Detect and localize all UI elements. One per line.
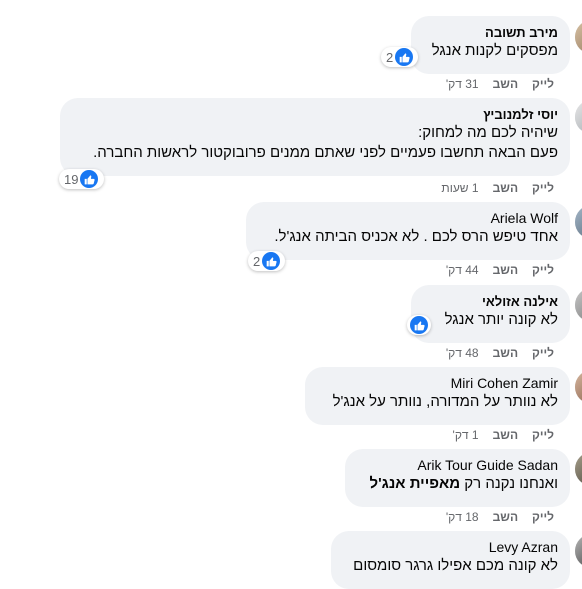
reaction-count: 19 xyxy=(64,171,79,187)
comment-bubble: Miri Cohen Zamir לא נוותר על המדורה, נוו… xyxy=(305,367,570,425)
avatar[interactable] xyxy=(575,20,582,54)
reply-link[interactable]: השב xyxy=(493,181,518,195)
comment-text: לא קונה יותר אנגל xyxy=(444,311,558,328)
like-icon xyxy=(262,252,281,270)
comment-text: פעם הבאה תחשבו פעמיים לפני שאתם ממנים פר… xyxy=(93,144,558,161)
avatar[interactable] xyxy=(575,370,582,404)
comment-author[interactable]: יוסי זלמנוביץ xyxy=(72,106,558,123)
like-link[interactable]: לייק xyxy=(532,263,554,277)
comment-actions: לייק השב 1 דק' xyxy=(453,428,554,442)
reply-link[interactable]: השב xyxy=(493,263,518,277)
comment-actions: לייק השב 44 דק' xyxy=(446,263,554,277)
comment-time[interactable]: 31 דק' xyxy=(446,77,479,91)
comment-text: מפסקים לקנות אנגל xyxy=(431,42,558,59)
comment-author[interactable]: Levy Azran xyxy=(343,539,558,556)
comment-actions: לייק השב 48 דק' xyxy=(446,346,554,360)
like-link[interactable]: לייק xyxy=(532,181,554,195)
comment-time[interactable]: 1 שעות xyxy=(441,181,478,195)
like-icon xyxy=(80,170,99,188)
like-icon xyxy=(395,48,414,66)
comment-text: לא קונה מכם אפילו גרגר סומסום xyxy=(353,557,558,574)
avatar[interactable] xyxy=(575,288,582,322)
avatar[interactable] xyxy=(575,452,582,486)
comment-author[interactable]: Arik Tour Guide Sadan xyxy=(357,457,558,474)
reply-link[interactable]: השב xyxy=(493,428,518,442)
comment-author[interactable]: מירב תשובה xyxy=(423,24,558,41)
reaction-summary[interactable]: 19 xyxy=(59,169,104,189)
comment-text-bold[interactable]: מאפיית אנג'ל xyxy=(370,475,461,492)
comment-time[interactable]: 18 דק' xyxy=(446,510,479,524)
avatar[interactable] xyxy=(575,205,582,239)
comment-text: אחד טיפש הרס לכם . לא אכניס הביתה אנג'ל. xyxy=(274,228,558,245)
reply-link[interactable]: השב xyxy=(493,346,518,360)
comment-author[interactable]: אילנה אזולאי xyxy=(423,293,558,310)
like-icon xyxy=(410,316,428,334)
comment-time[interactable]: 48 דק' xyxy=(446,346,479,360)
reaction-summary[interactable]: 2 xyxy=(381,47,418,67)
comment-text-plain: ואנחנו נקנה רק xyxy=(460,475,558,492)
comment-author[interactable]: Miri Cohen Zamir xyxy=(317,375,558,392)
avatar[interactable] xyxy=(575,534,582,568)
comment-bubble: אילנה אזולאי לא קונה יותר אנגל xyxy=(411,285,570,343)
reaction-count: 2 xyxy=(386,49,394,65)
comment-bubble: Levy Azran לא קונה מכם אפילו גרגר סומסום xyxy=(331,531,570,589)
comment-actions: לייק השב 31 דק' xyxy=(446,77,554,91)
comment-bubble: Ariela Wolf אחד טיפש הרס לכם . לא אכניס … xyxy=(246,202,570,260)
reaction-summary[interactable] xyxy=(407,315,431,335)
comment-actions: לייק השב 18 דק' xyxy=(446,510,554,524)
comment-text: לא נוותר על המדורה, נוותר על אנג'ל xyxy=(332,393,558,410)
like-link[interactable]: לייק xyxy=(532,510,554,524)
like-link[interactable]: לייק xyxy=(532,428,554,442)
reply-link[interactable]: השב xyxy=(493,510,518,524)
comment-text: ואנחנו נקנה רק מאפיית אנג'ל xyxy=(357,474,558,494)
avatar[interactable] xyxy=(575,100,582,134)
comment-author[interactable]: Ariela Wolf xyxy=(258,210,558,227)
comment-time[interactable]: 1 דק' xyxy=(453,428,479,442)
comment-bubble: יוסי זלמנוביץ שיהיה לכם מה למחוק: פעם הב… xyxy=(60,98,570,176)
comment-bubble: מירב תשובה מפסקים לקנות אנגל xyxy=(411,16,570,74)
reply-link[interactable]: השב xyxy=(493,77,518,91)
comment-text: שיהיה לכם מה למחוק: xyxy=(418,124,558,141)
like-link[interactable]: לייק xyxy=(532,77,554,91)
comment-actions: לייק השב 1 שעות xyxy=(441,181,554,195)
comment-time[interactable]: 44 דק' xyxy=(446,263,479,277)
reaction-summary[interactable]: 2 xyxy=(248,251,285,271)
like-link[interactable]: לייק xyxy=(532,346,554,360)
reaction-count: 2 xyxy=(253,253,261,269)
comment-bubble: Arik Tour Guide Sadan ואנחנו נקנה רק מאפ… xyxy=(345,449,570,507)
